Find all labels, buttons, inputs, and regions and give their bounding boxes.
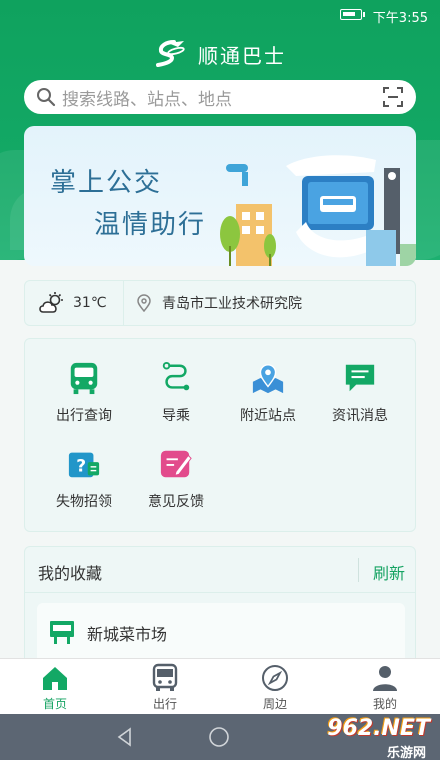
service-feedback[interactable]: 意见反馈 xyxy=(127,425,225,511)
bottom-tab-bar: 首页 出行 周边 我的 xyxy=(0,658,440,714)
banner-line1: 掌上公交 xyxy=(50,168,163,198)
service-lost-found[interactable]: ? 失物招领 xyxy=(35,425,133,511)
phone-bus-illustration xyxy=(220,155,416,266)
temperature: 31℃ xyxy=(73,295,107,311)
tab-label: 我的 xyxy=(372,697,397,711)
service-label: 附近站点 xyxy=(240,408,296,424)
banner-line2: 温情助行 xyxy=(94,210,207,240)
svg-text:?: ? xyxy=(76,457,86,477)
map-pin-icon xyxy=(252,364,284,394)
service-label: 出行查询 xyxy=(56,408,112,424)
feedback-icon xyxy=(160,450,192,478)
tab-trip[interactable]: 出行 xyxy=(110,659,220,715)
home-icon xyxy=(43,667,67,690)
current-location[interactable]: 青岛市工业技术研究院 xyxy=(162,293,302,313)
refresh-button[interactable]: 刷新 xyxy=(373,560,405,584)
tab-home[interactable]: 首页 xyxy=(0,659,110,715)
favorite-item[interactable]: 新城菜市场 xyxy=(37,603,405,663)
search-icon xyxy=(37,88,56,107)
location-pin-icon xyxy=(137,294,151,312)
tab-nearby[interactable]: 周边 xyxy=(220,659,330,715)
service-news[interactable]: 资讯消息 xyxy=(311,339,409,425)
service-nearby-stations[interactable]: 附近站点 xyxy=(219,339,317,425)
watermark-sub: 乐游网 xyxy=(386,746,426,760)
route-icon xyxy=(162,361,190,391)
favorites-title: 我的收藏 xyxy=(38,564,103,583)
service-label: 导乘 xyxy=(162,408,190,424)
tab-me[interactable]: 我的 xyxy=(330,659,440,715)
service-label: 资讯消息 xyxy=(332,408,388,424)
bus-icon xyxy=(70,362,98,395)
service-label: 失物招领 xyxy=(56,494,112,510)
message-icon xyxy=(345,364,375,392)
tab-label: 出行 xyxy=(152,697,177,711)
search-bar[interactable]: 搜索线路、站点、地点 xyxy=(24,80,416,114)
battery-icon xyxy=(340,9,365,20)
app-bar: 顺通巴士 xyxy=(0,36,440,72)
promo-banner[interactable]: 掌上公交 温情助行 xyxy=(24,126,416,266)
scan-icon[interactable] xyxy=(382,86,404,108)
weather-location-bar: 31℃ 青岛市工业技术研究院 xyxy=(24,280,416,326)
service-label: 意见反馈 xyxy=(148,494,204,510)
app-title: 顺通巴士 xyxy=(198,43,286,68)
lost-found-icon: ? xyxy=(68,452,100,478)
home-circle-icon[interactable] xyxy=(208,726,230,748)
divider xyxy=(123,280,124,326)
search-input[interactable]: 搜索线路、站点、地点 xyxy=(62,85,382,110)
user-icon xyxy=(373,666,397,691)
favorites-panel: 我的收藏 刷新 新城菜市场 xyxy=(24,546,416,666)
favorites-header: 我的收藏 刷新 xyxy=(25,547,415,593)
tab-label: 周边 xyxy=(262,697,287,711)
status-bar: 下午3:55 xyxy=(0,0,440,30)
tab-label: 首页 xyxy=(42,697,67,711)
service-trip-query[interactable]: 出行查询 xyxy=(35,339,133,425)
bus-stop-sign-icon xyxy=(50,621,74,644)
watermark-brand: 962.NET xyxy=(327,716,430,741)
watermark-logo: 962.NET 乐游网 xyxy=(304,714,434,760)
divider xyxy=(358,558,359,582)
back-icon[interactable] xyxy=(114,726,136,748)
bus-icon xyxy=(152,663,178,691)
partly-cloudy-icon xyxy=(39,292,63,313)
service-guide[interactable]: 导乘 xyxy=(127,339,225,425)
favorite-stop-name: 新城菜市场 xyxy=(87,625,168,644)
status-time: 下午3:55 xyxy=(372,11,428,26)
services-grid: 出行查询 导乘 附近站点 资讯消息 ? 失物招领 意见反馈 xyxy=(24,338,416,532)
compass-icon xyxy=(262,665,288,691)
shuntong-logo-icon xyxy=(156,40,185,67)
